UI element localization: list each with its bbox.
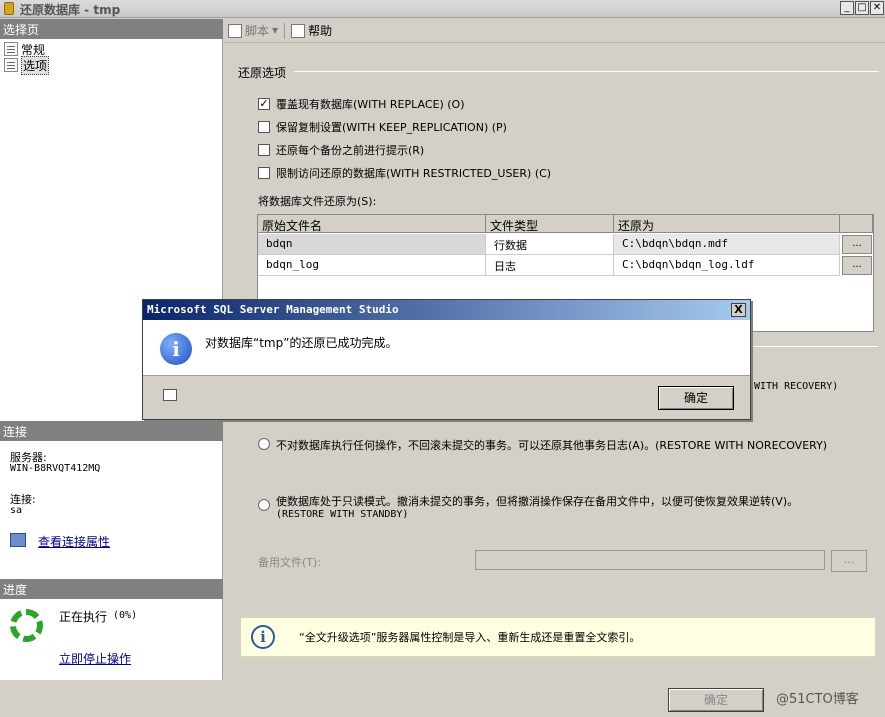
checkbox-unchecked <box>258 167 270 179</box>
watermark: @51CTO博客 <box>776 692 859 707</box>
select-page-header: 选择页 <box>0 19 223 39</box>
recovery-option-partial: WITH RECOVERY) <box>754 381 839 392</box>
help-icon <box>291 23 306 38</box>
toolbar: 脚本 ▼ 帮助 <box>224 19 885 43</box>
progress-header: 进度 <box>0 579 223 599</box>
checkbox-unchecked <box>258 144 270 156</box>
checkbox-prompt-each-backup[interactable]: 还原每个备份之前进行提示(R) <box>258 142 424 158</box>
browse-file-button[interactable]: ... <box>842 235 872 254</box>
ok-button[interactable]: 确定 <box>668 688 764 712</box>
column-header-restore-to[interactable]: 还原为 <box>614 215 840 233</box>
browse-file-button[interactable]: ... <box>842 256 872 275</box>
window-titlebar: 还原数据库 - tmp _ □ ✕ <box>0 0 885 18</box>
radio-norecovery[interactable]: 不对数据库执行任何操作，不回滚未提交的事务。可以还原其他事务日志(A)。(RES… <box>258 437 827 453</box>
help-button[interactable]: 帮助 <box>291 22 332 39</box>
info-text: “全文升级选项”服务器属性控制是导入、重新生成还是重置全文索引。 <box>299 631 641 644</box>
info-bar: i “全文升级选项”服务器属性控制是导入、重新生成还是重置全文索引。 <box>240 617 876 657</box>
checkbox-checked: ✓ <box>258 97 270 110</box>
script-icon <box>228 23 242 38</box>
window-title: 还原数据库 - tmp <box>20 3 121 17</box>
view-connection-properties-link[interactable]: 查看连接属性 <box>38 533 110 550</box>
dialog-ok-button[interactable]: 确定 <box>658 386 734 410</box>
connection-value: sa <box>10 505 23 516</box>
standby-browse-button[interactable]: ... <box>831 550 867 572</box>
grid-cell-orig[interactable]: bdqn <box>258 234 486 255</box>
radio-unselected <box>258 438 270 450</box>
grid-cell-restore-to[interactable]: C:\bdqn\bdqn_log.ldf <box>614 255 840 276</box>
information-icon: i <box>160 333 192 365</box>
dialog-body: i 对数据库“tmp”的还原已成功完成。 <box>143 320 750 376</box>
stop-operation-link[interactable]: 立即停止操作 <box>59 650 131 667</box>
checkbox-restricted-user[interactable]: 限制访问还原的数据库(WITH RESTRICTED_USER) (C) <box>258 165 551 181</box>
column-header-blank <box>840 215 873 233</box>
checkbox-unchecked <box>258 121 270 133</box>
grid-cell-type: 日志 <box>486 255 614 276</box>
progress-spinner-icon <box>10 609 43 642</box>
checkbox-with-replace[interactable]: ✓ 覆盖现有数据库(WITH REPLACE) (O) <box>258 96 465 112</box>
dropdown-arrow-icon: ▼ <box>272 26 279 35</box>
database-icon <box>4 2 14 15</box>
dialog-close-button[interactable]: X <box>731 303 746 317</box>
radio-standby[interactable]: 使数据库处于只读模式。撤消未提交的事务，但将撤消操作保存在备用文件中，以便可使恢… <box>258 493 798 520</box>
script-button[interactable]: 脚本 ▼ <box>228 22 278 39</box>
column-header-file-type[interactable]: 文件类型 <box>486 215 614 233</box>
close-window-button[interactable]: ✕ <box>870 1 884 15</box>
grid-cell-orig[interactable]: bdqn_log <box>258 255 486 276</box>
group-divider <box>294 71 879 72</box>
dialog-title: Microsoft SQL Server Management Studio <box>147 303 399 316</box>
dialog-message: 对数据库“tmp”的还原已成功完成。 <box>205 336 398 350</box>
column-header-original-file[interactable]: 原始文件名 <box>258 215 486 233</box>
connection-header: 连接 <box>0 421 223 441</box>
success-dialog: Microsoft SQL Server Management Studio X… <box>142 299 751 420</box>
grid-cell-restore-to[interactable]: C:\bdqn\bdqn.mdf <box>614 234 840 255</box>
page-icon <box>4 42 18 56</box>
minimize-button[interactable]: _ <box>840 1 854 15</box>
server-value: WIN-B8RVQT412MQ <box>10 463 101 474</box>
info-icon: i <box>251 625 275 649</box>
standby-file-input[interactable] <box>475 550 825 570</box>
radio-unselected <box>258 499 270 511</box>
grid-cell-type: 行数据 <box>486 234 614 255</box>
restore-options-label: 还原选项 <box>238 66 287 80</box>
dialog-titlebar: Microsoft SQL Server Management Studio X <box>143 300 750 320</box>
standby-file-label: 备用文件(T): <box>258 556 322 569</box>
connection-properties-icon <box>10 533 26 547</box>
maximize-button[interactable]: □ <box>855 1 869 15</box>
restore-as-label: 将数据库文件还原为(S): <box>258 195 377 208</box>
toolbar-divider <box>284 22 286 39</box>
progress-status: 正在执行 (0%) <box>59 610 138 624</box>
checkbox-keep-replication[interactable]: 保留复制设置(WITH KEEP_REPLICATION) (P) <box>258 119 507 135</box>
copy-icon[interactable] <box>163 389 177 401</box>
nav-item-options[interactable]: 选项 <box>4 55 50 75</box>
page-icon <box>4 58 18 72</box>
